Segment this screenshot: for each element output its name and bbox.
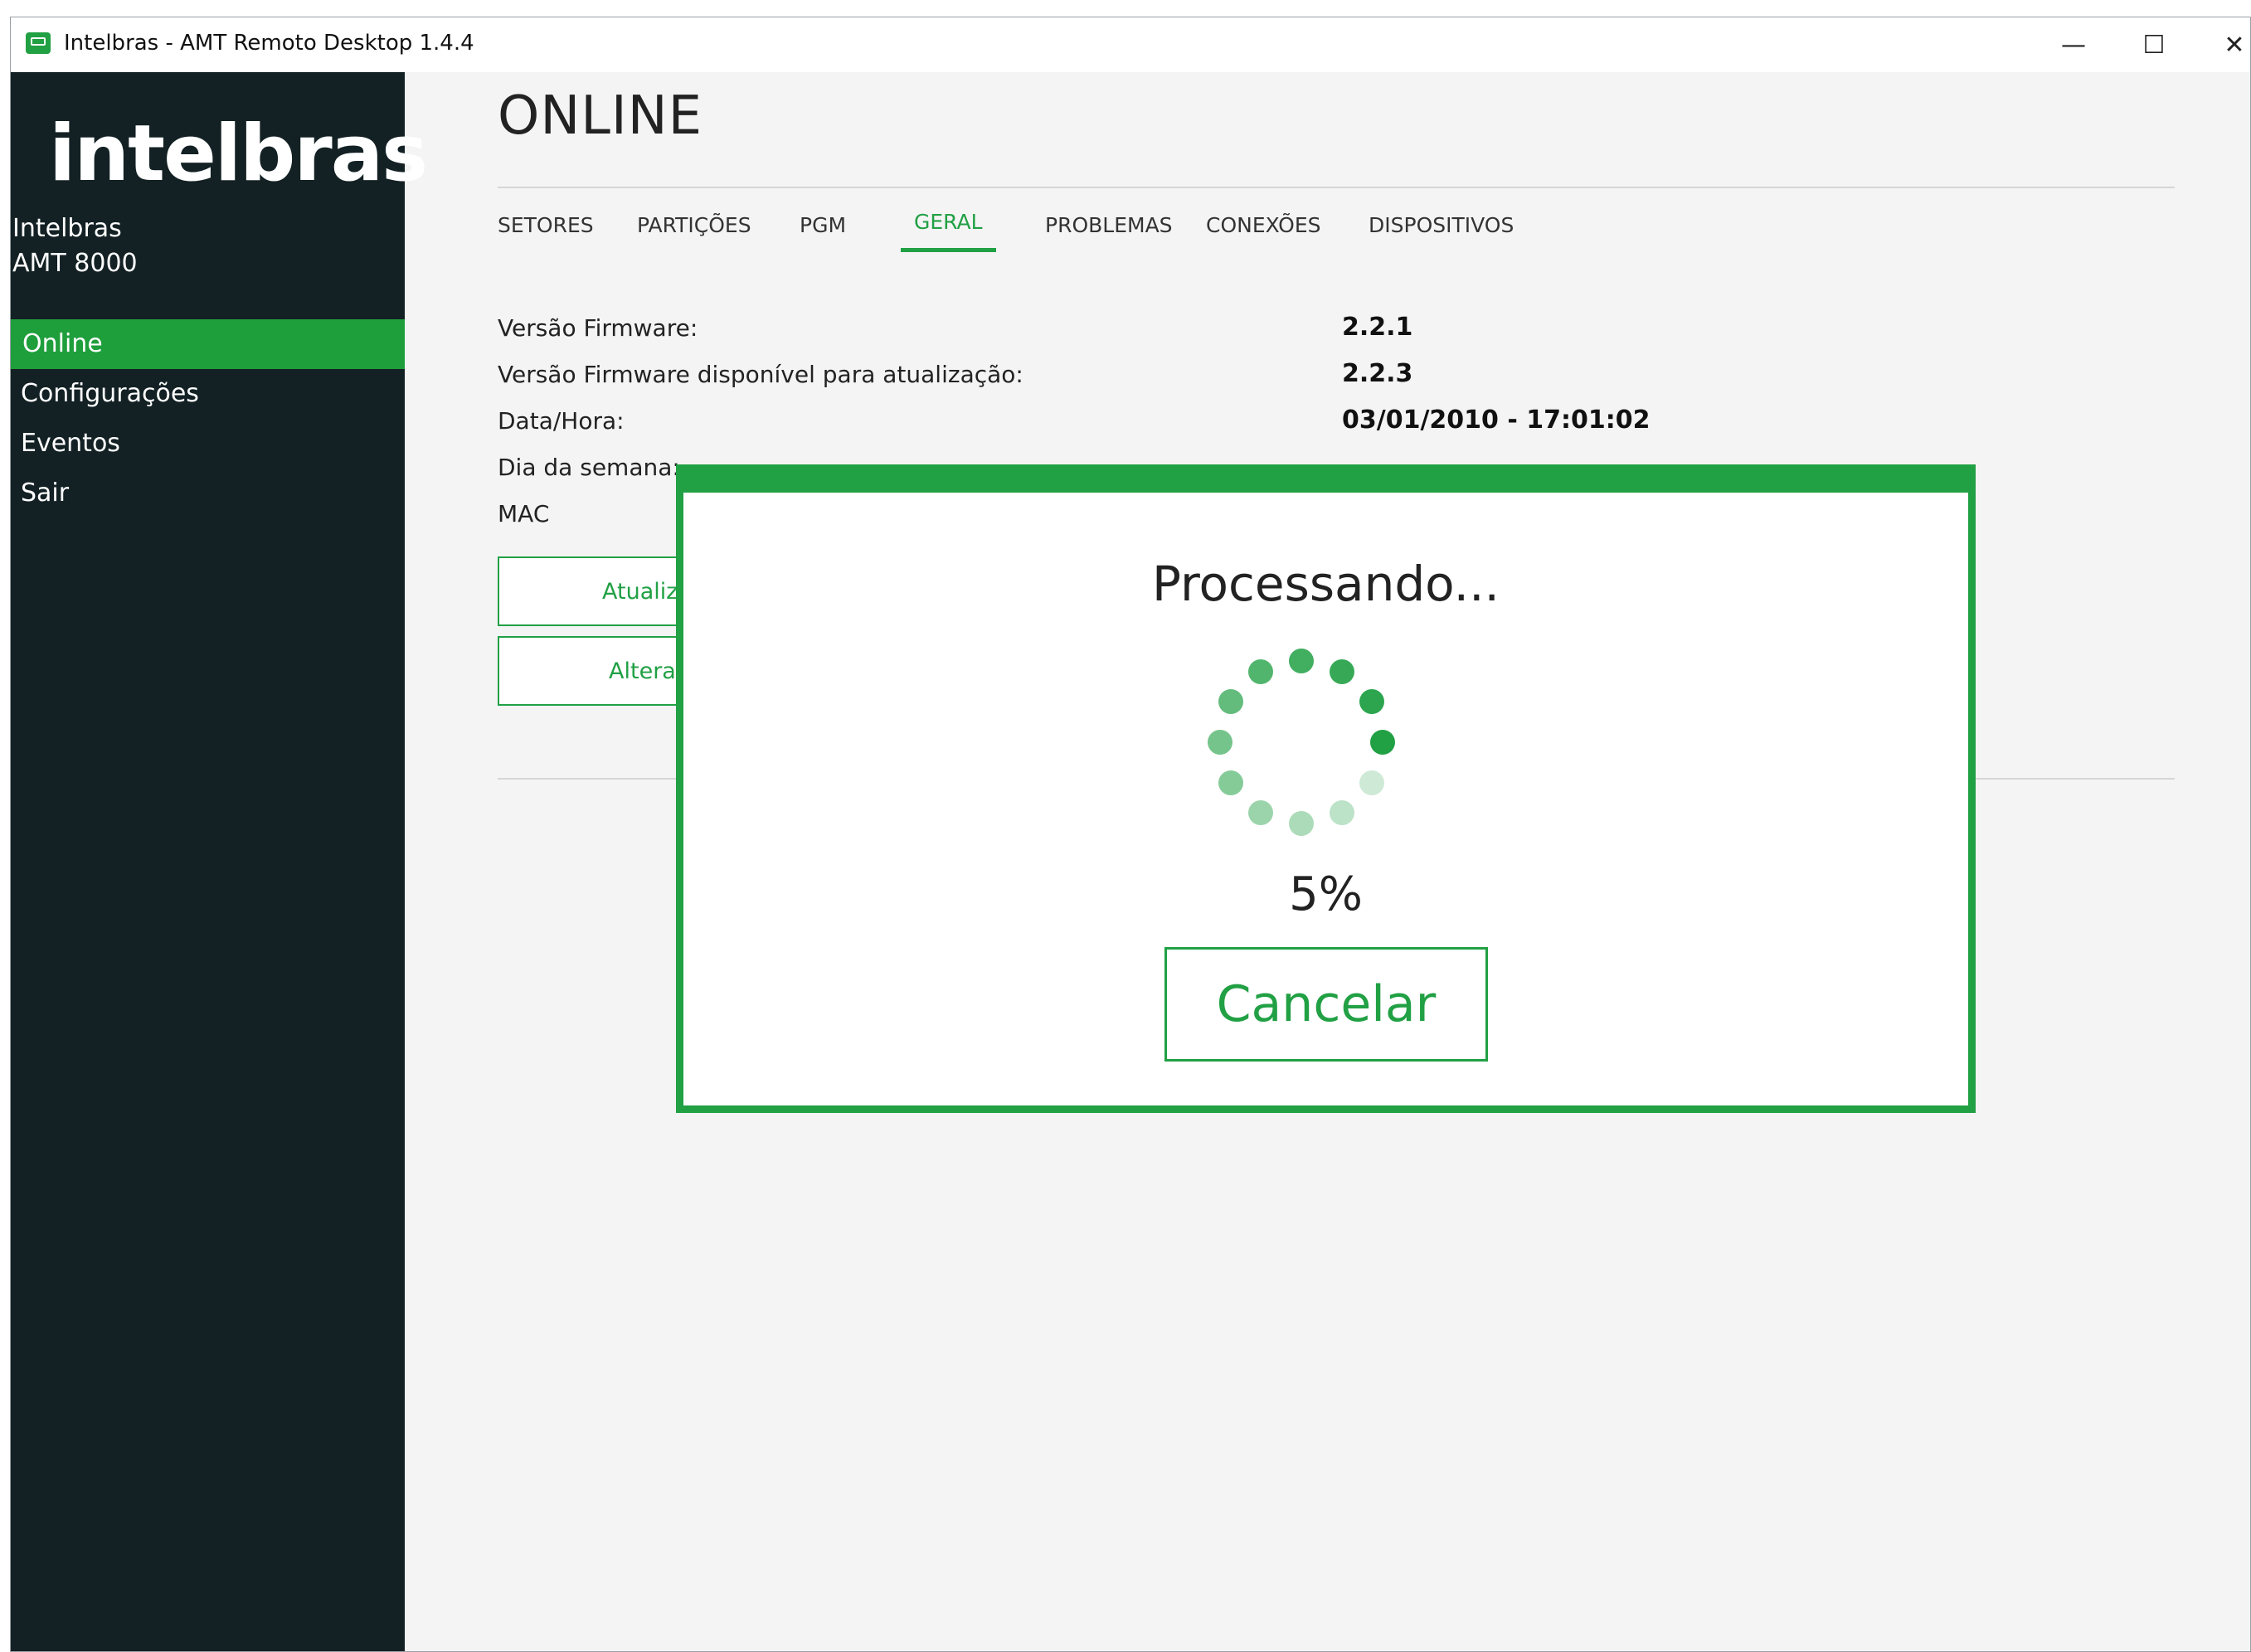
spinner-dot: [1289, 811, 1314, 836]
datetime-value: 03/01/2010 - 17:01:02: [1342, 406, 1651, 435]
title-divider: [498, 187, 2175, 188]
active-tab-indicator: [901, 248, 996, 252]
tab-problemas[interactable]: PROBLEMAS: [1045, 213, 1173, 237]
device-brand: Intelbras: [12, 214, 122, 243]
page-title: ONLINE: [498, 85, 703, 147]
spinner-dot: [1330, 799, 1354, 825]
window-title: Intelbras - AMT Remoto Desktop 1.4.4: [64, 31, 474, 56]
progress-percent: 5%: [1289, 867, 1363, 921]
tab-geral-label: GERAL: [914, 210, 983, 234]
spinner-dot: [1248, 799, 1273, 825]
app-monitor-icon: [26, 32, 51, 54]
device-info: Intelbras AMT 8000: [12, 211, 138, 281]
tab-setores[interactable]: SETORES: [498, 213, 594, 237]
spinner-dot: [1289, 649, 1314, 673]
tab-dispositivos[interactable]: DISPOSITIVOS: [1369, 213, 1514, 237]
sidebar-item-sair[interactable]: Sair: [11, 469, 405, 518]
device-model: AMT 8000: [12, 249, 138, 278]
firmware-version-value: 2.2.1: [1342, 313, 1413, 342]
close-button[interactable]: ✕: [2197, 24, 2250, 66]
spinner-dot: [1208, 730, 1232, 755]
datetime-label: Data/Hora:: [498, 407, 625, 435]
sidebar-item-configuracoes[interactable]: Configurações: [11, 369, 405, 419]
spinner-dot: [1330, 659, 1354, 685]
tab-particoes[interactable]: PARTIÇÕES: [637, 213, 751, 237]
spinner-dot: [1359, 770, 1384, 795]
intelbras-logo: intelbras: [49, 109, 428, 199]
firmware-available-label: Versão Firmware disponível para atualiza…: [498, 361, 1023, 388]
cancel-button[interactable]: Cancelar: [1164, 947, 1488, 1062]
spinner-dot: [1370, 730, 1395, 755]
processing-dialog: Processando... 5% Cancelar: [676, 464, 1976, 1113]
sidebar-item-online[interactable]: Online: [11, 319, 405, 369]
firmware-version-label: Versão Firmware:: [498, 314, 698, 342]
tab-conexoes[interactable]: CONEXÕES: [1206, 213, 1321, 237]
sidebar-nav: Online Configurações Eventos Sair: [11, 319, 405, 518]
firmware-available-value: 2.2.3: [1342, 359, 1413, 388]
maximize-button[interactable]: ☐: [2117, 24, 2191, 66]
sidebar-item-eventos[interactable]: Eventos: [11, 419, 405, 469]
tab-geral[interactable]: GERAL: [901, 210, 996, 252]
sidebar: intelbras Intelbras AMT 8000 Online Conf…: [11, 72, 428, 1651]
title-bar: Intelbras - AMT Remoto Desktop 1.4.4 — ☐…: [11, 17, 2250, 72]
dialog-title: Processando...: [1152, 556, 1500, 612]
minimize-button[interactable]: —: [2036, 24, 2111, 66]
spinner-dot: [1359, 689, 1384, 714]
tab-pgm[interactable]: PGM: [800, 213, 846, 237]
mac-label: MAC: [498, 500, 550, 527]
spinner-dot: [1218, 689, 1244, 714]
app-window: Intelbras - AMT Remoto Desktop 1.4.4 — ☐…: [10, 17, 2251, 1652]
spinner-dot: [1218, 770, 1244, 795]
loading-spinner-icon: [1202, 643, 1401, 842]
spinner-dot: [1248, 659, 1273, 685]
weekday-label: Dia da semana:: [498, 454, 680, 481]
